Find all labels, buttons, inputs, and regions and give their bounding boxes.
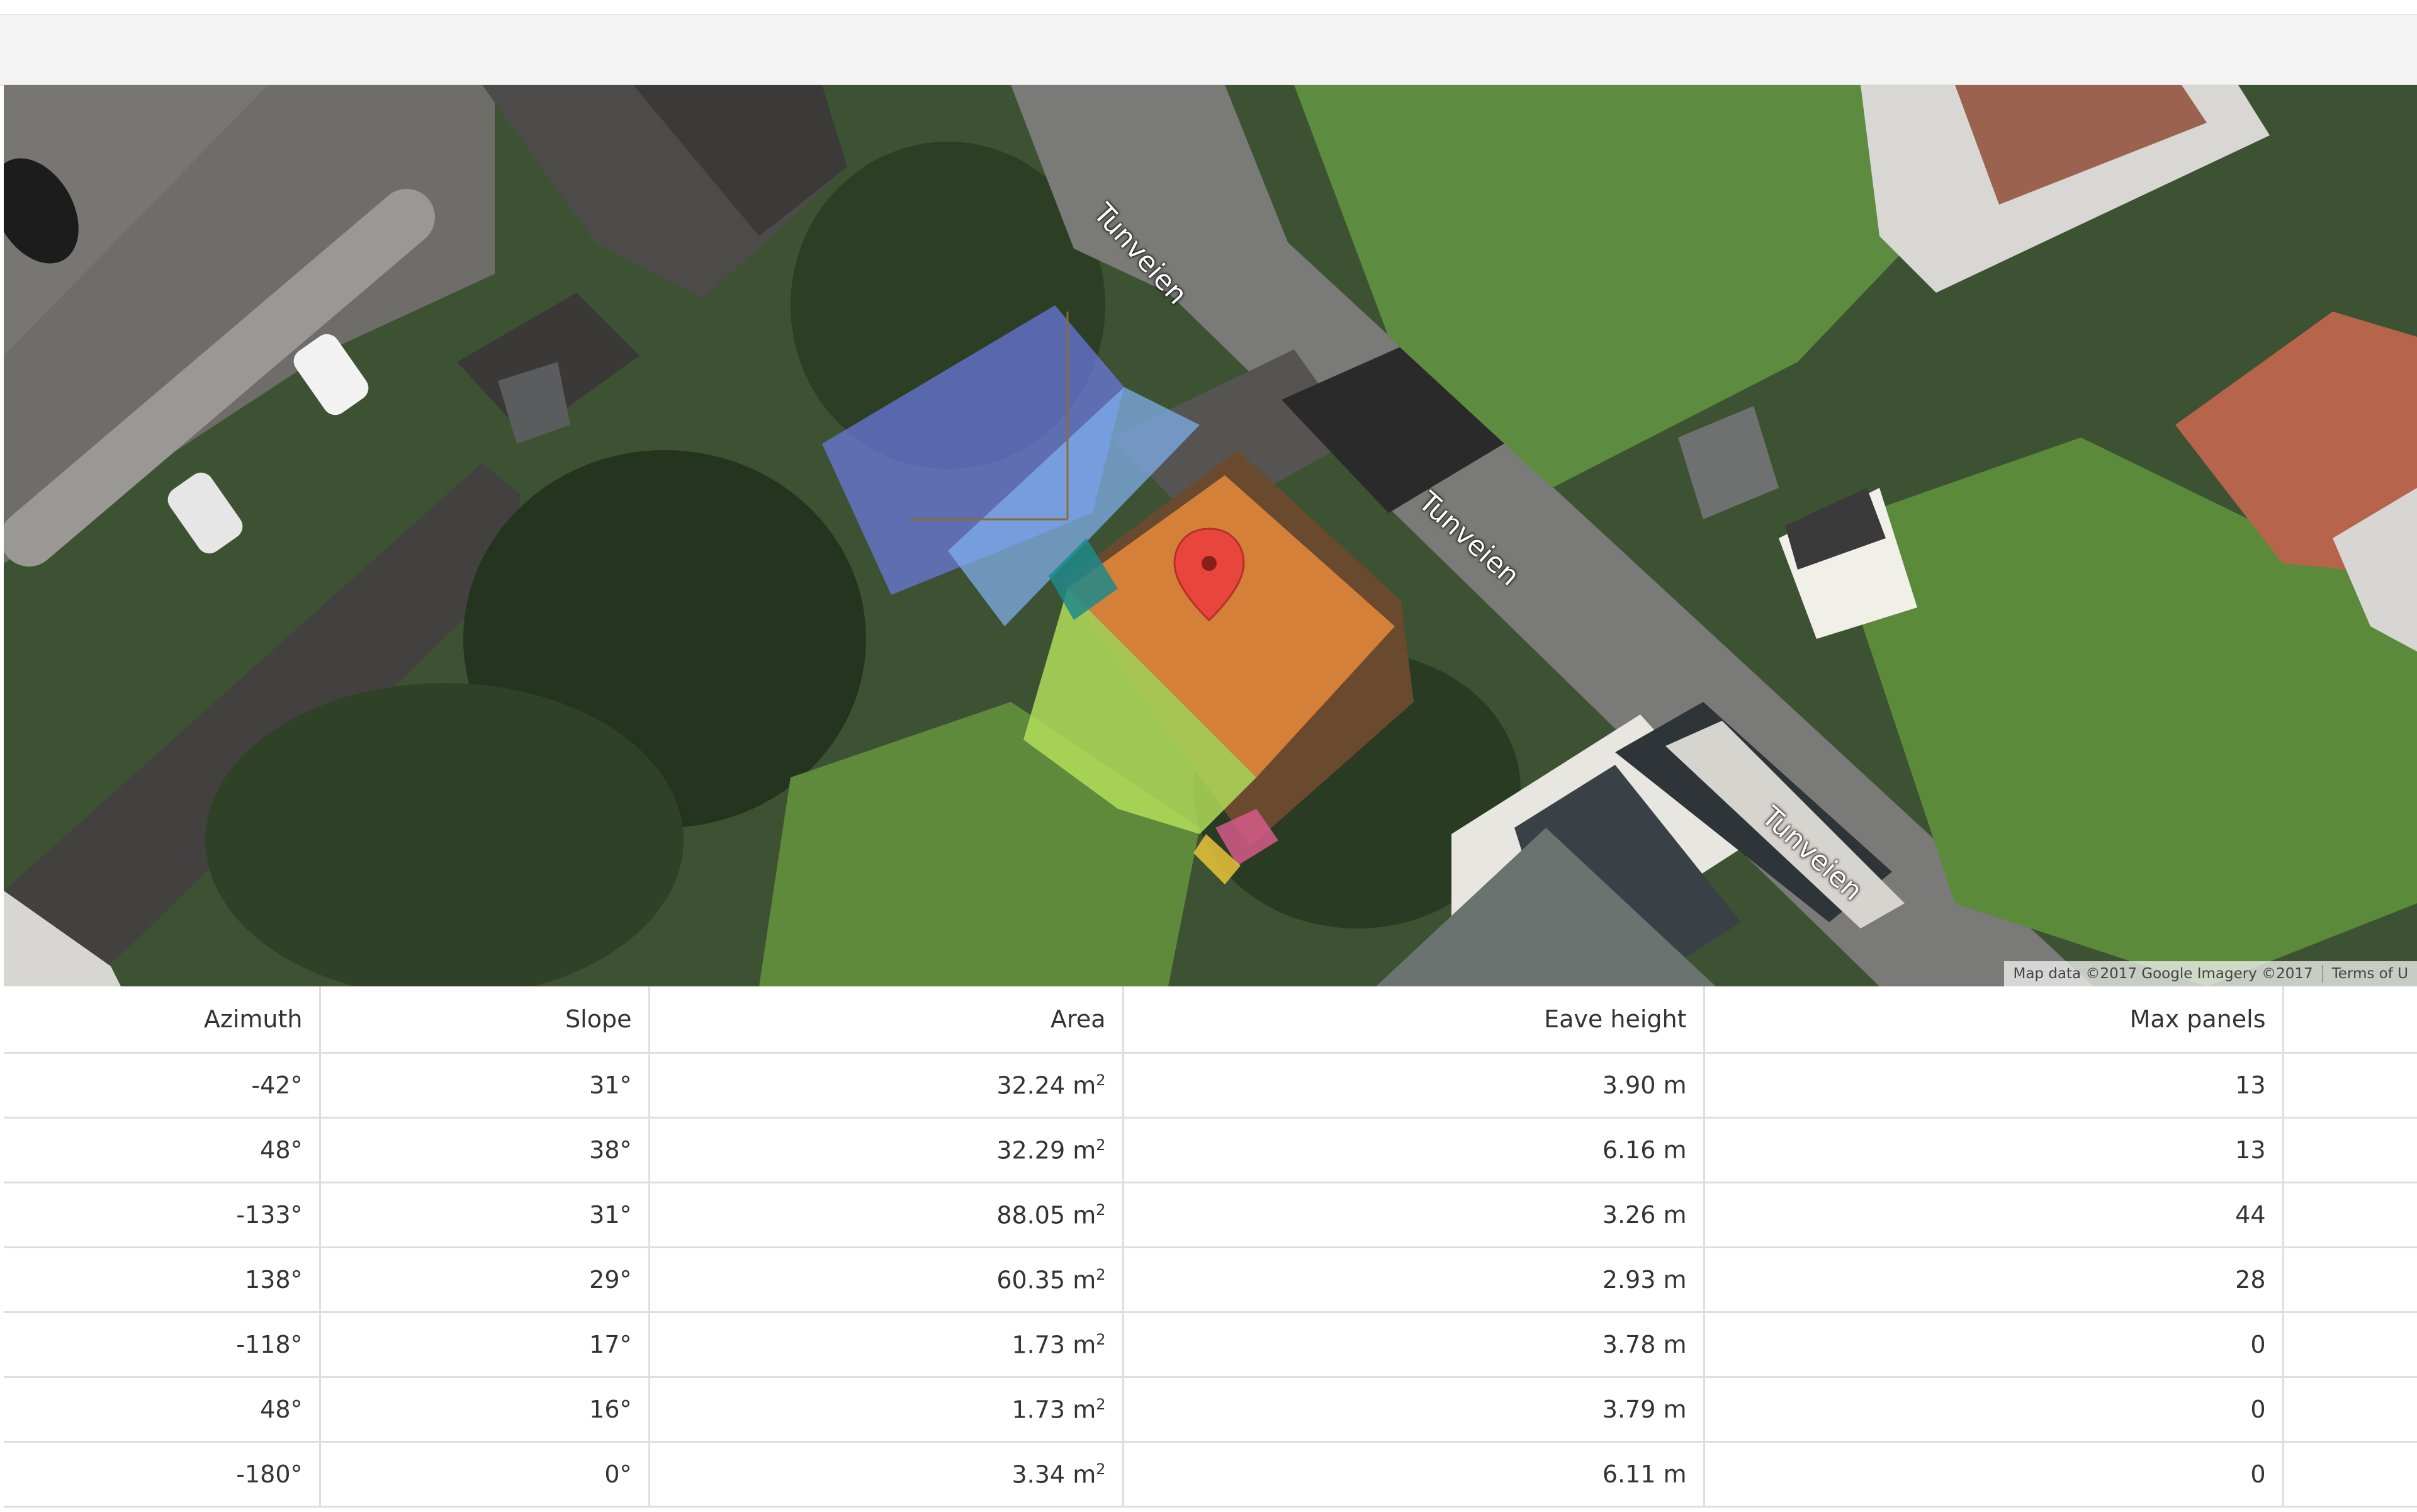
area-value: 32.29 m (996, 1136, 1096, 1165)
area-cell: 3.34 m2 (649, 1441, 1124, 1508)
page: Tunveien Tunveien Tunveien Map data ©201… (0, 0, 2417, 1512)
slope-cell: 16° (320, 1377, 650, 1443)
table-row[interactable]: -118° 17° 1.73 m2 3.78 m 0 (4, 1312, 2417, 1378)
area-unit-sup: 2 (1096, 1330, 1106, 1348)
eave-height-cell: 2.93 m (1123, 1247, 1705, 1313)
extra-cell (2283, 1117, 2417, 1183)
max-panels-cell: 0 (1704, 1312, 2284, 1378)
area-unit-sup: 2 (1096, 1200, 1106, 1219)
area-cell: 1.73 m2 (649, 1377, 1124, 1443)
slope-cell: 38° (320, 1117, 650, 1183)
max-panels-cell: 44 (1704, 1182, 2284, 1248)
slope-cell: 17° (320, 1312, 650, 1378)
top-toolbar (0, 14, 2417, 86)
eave-height-cell: 3.26 m (1123, 1182, 1705, 1248)
eave-height-cell: 3.90 m (1123, 1052, 1705, 1119)
extra-cell (2283, 1441, 2417, 1508)
extra-cell (2283, 1312, 2417, 1378)
area-unit-sup: 2 (1096, 1071, 1106, 1089)
table-row[interactable]: -180° 0° 3.34 m2 6.11 m 0 (4, 1441, 2417, 1508)
area-unit-sup: 2 (1096, 1265, 1106, 1284)
slope-cell: 31° (320, 1052, 650, 1119)
extra-column-header (2283, 986, 2417, 1054)
area-value: 32.24 m (996, 1071, 1096, 1100)
azimuth-cell: -42° (4, 1052, 321, 1119)
table-row[interactable]: 48° 16° 1.73 m2 3.79 m 0 (4, 1377, 2417, 1443)
area-cell: 32.29 m2 (649, 1117, 1124, 1183)
max-panels-cell: 0 (1704, 1377, 2284, 1443)
max-panels-header[interactable]: Max panels (1704, 986, 2284, 1054)
slope-cell: 31° (320, 1182, 650, 1248)
area-cell: 88.05 m2 (649, 1182, 1124, 1248)
azimuth-cell: 48° (4, 1117, 321, 1183)
area-cell: 60.35 m2 (649, 1247, 1124, 1313)
terms-link[interactable]: Terms of U (2323, 966, 2417, 982)
table-row[interactable]: 138° 29° 60.35 m2 2.93 m 28 (4, 1247, 2417, 1313)
table-header-row: Azimuth Slope Area Eave height Max panel… (4, 986, 2417, 1054)
map-attribution: Map data ©2017 Google Imagery ©2017 Term… (2004, 961, 2417, 986)
area-unit-sup: 2 (1096, 1460, 1106, 1478)
azimuth-header[interactable]: Azimuth (4, 986, 321, 1054)
max-panels-cell: 0 (1704, 1441, 2284, 1508)
table-row[interactable]: -42° 31° 32.24 m2 3.90 m 13 (4, 1052, 2417, 1119)
area-value: 3.34 m (1011, 1460, 1096, 1489)
azimuth-cell: -180° (4, 1441, 321, 1508)
eave-height-cell: 3.78 m (1123, 1312, 1705, 1378)
slope-cell: 0° (320, 1441, 650, 1508)
extra-cell (2283, 1182, 2417, 1248)
area-value: 88.05 m (996, 1201, 1096, 1229)
table-row[interactable]: -133° 31° 88.05 m2 3.26 m 44 (4, 1182, 2417, 1248)
extra-cell (2283, 1377, 2417, 1443)
max-panels-cell: 13 (1704, 1052, 2284, 1119)
area-value: 1.73 m (1011, 1331, 1096, 1359)
azimuth-cell: -133° (4, 1182, 321, 1248)
slope-header[interactable]: Slope (320, 986, 650, 1054)
extra-cell (2283, 1247, 2417, 1313)
eave-height-cell: 6.16 m (1123, 1117, 1705, 1183)
area-header[interactable]: Area (649, 986, 1124, 1054)
azimuth-cell: 138° (4, 1247, 321, 1313)
eave-height-cell: 6.11 m (1123, 1441, 1705, 1508)
satellite-map[interactable]: Tunveien Tunveien Tunveien Map data ©201… (4, 85, 2417, 986)
area-value: 1.73 m (1011, 1396, 1096, 1424)
area-unit-sup: 2 (1096, 1395, 1106, 1413)
area-unit-sup: 2 (1096, 1136, 1106, 1154)
extra-cell (2283, 1052, 2417, 1119)
area-cell: 32.24 m2 (649, 1052, 1124, 1119)
roof-segments-table: Azimuth Slope Area Eave height Max panel… (4, 986, 2417, 1508)
max-panels-cell: 28 (1704, 1247, 2284, 1313)
table-row[interactable]: 48° 38° 32.29 m2 6.16 m 13 (4, 1117, 2417, 1183)
map-imagery (4, 85, 2417, 986)
azimuth-cell: 48° (4, 1377, 321, 1443)
max-panels-cell: 13 (1704, 1117, 2284, 1183)
eave-height-header[interactable]: Eave height (1123, 986, 1705, 1054)
map-data-credit: Map data ©2017 Google Imagery ©2017 (2013, 966, 2313, 982)
area-value: 60.35 m (996, 1266, 1096, 1294)
area-cell: 1.73 m2 (649, 1312, 1124, 1378)
eave-height-cell: 3.79 m (1123, 1377, 1705, 1443)
azimuth-cell: -118° (4, 1312, 321, 1378)
slope-cell: 29° (320, 1247, 650, 1313)
